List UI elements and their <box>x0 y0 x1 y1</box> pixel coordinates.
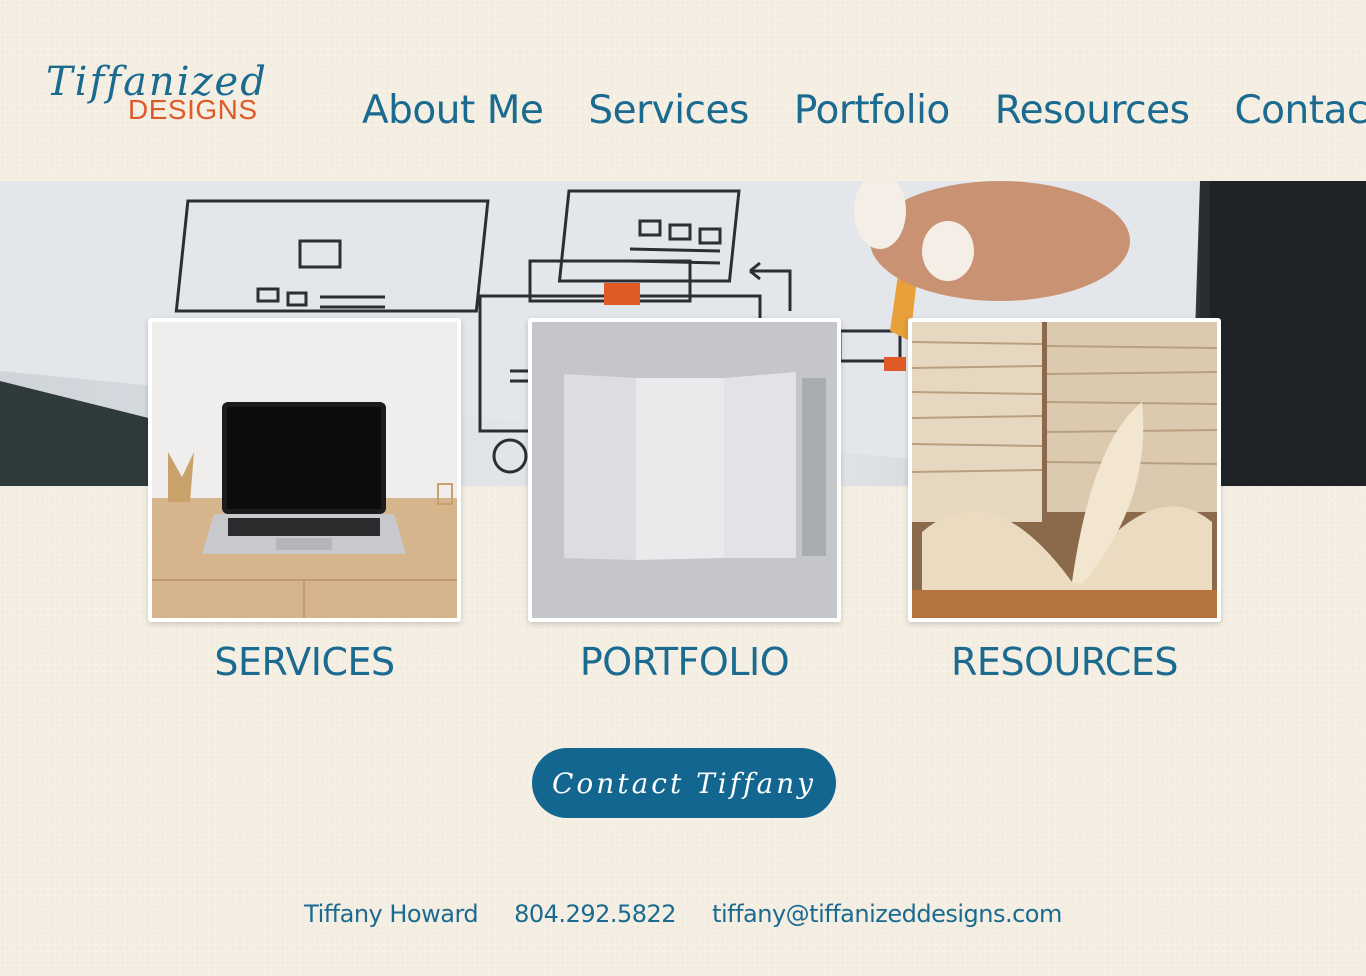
site-logo[interactable]: Tiffanized DESIGNS <box>46 62 308 134</box>
portfolio-card-label[interactable]: PORTFOLIO <box>528 640 841 684</box>
footer-name: Tiffany Howard <box>304 900 479 928</box>
main-nav: About Me Services Portfolio Resources Co… <box>362 88 1366 135</box>
services-card-label[interactable]: SERVICES <box>148 640 461 684</box>
nav-about-me[interactable]: About Me <box>362 88 544 135</box>
footer-phone-link[interactable]: 804.292.5822 <box>514 900 676 928</box>
nav-services[interactable]: Services <box>588 88 749 135</box>
services-card-frame <box>148 318 461 622</box>
portfolio-card[interactable]: PORTFOLIO <box>528 318 841 684</box>
contact-tiffany-button[interactable]: Contact Tiffany <box>532 748 836 818</box>
resources-card[interactable]: RESOURCES <box>908 318 1221 684</box>
footer-email-link[interactable]: tiffany@tiffanizeddesigns.com <box>712 900 1062 928</box>
nav-resources[interactable]: Resources <box>995 88 1190 135</box>
logo-designs-text: DESIGNS <box>128 94 258 125</box>
resources-card-label[interactable]: RESOURCES <box>908 640 1221 684</box>
resources-card-frame <box>908 318 1221 622</box>
brochure-image <box>532 322 837 618</box>
nav-portfolio[interactable]: Portfolio <box>794 88 950 135</box>
laptop-image <box>152 322 457 618</box>
nav-contact[interactable]: Contact <box>1234 88 1366 135</box>
books-image <box>912 322 1217 618</box>
portfolio-card-frame <box>528 318 841 622</box>
footer-contact-info: Tiffany Howard 804.292.5822 tiffany@tiff… <box>0 900 1366 928</box>
services-card[interactable]: SERVICES <box>148 318 461 684</box>
